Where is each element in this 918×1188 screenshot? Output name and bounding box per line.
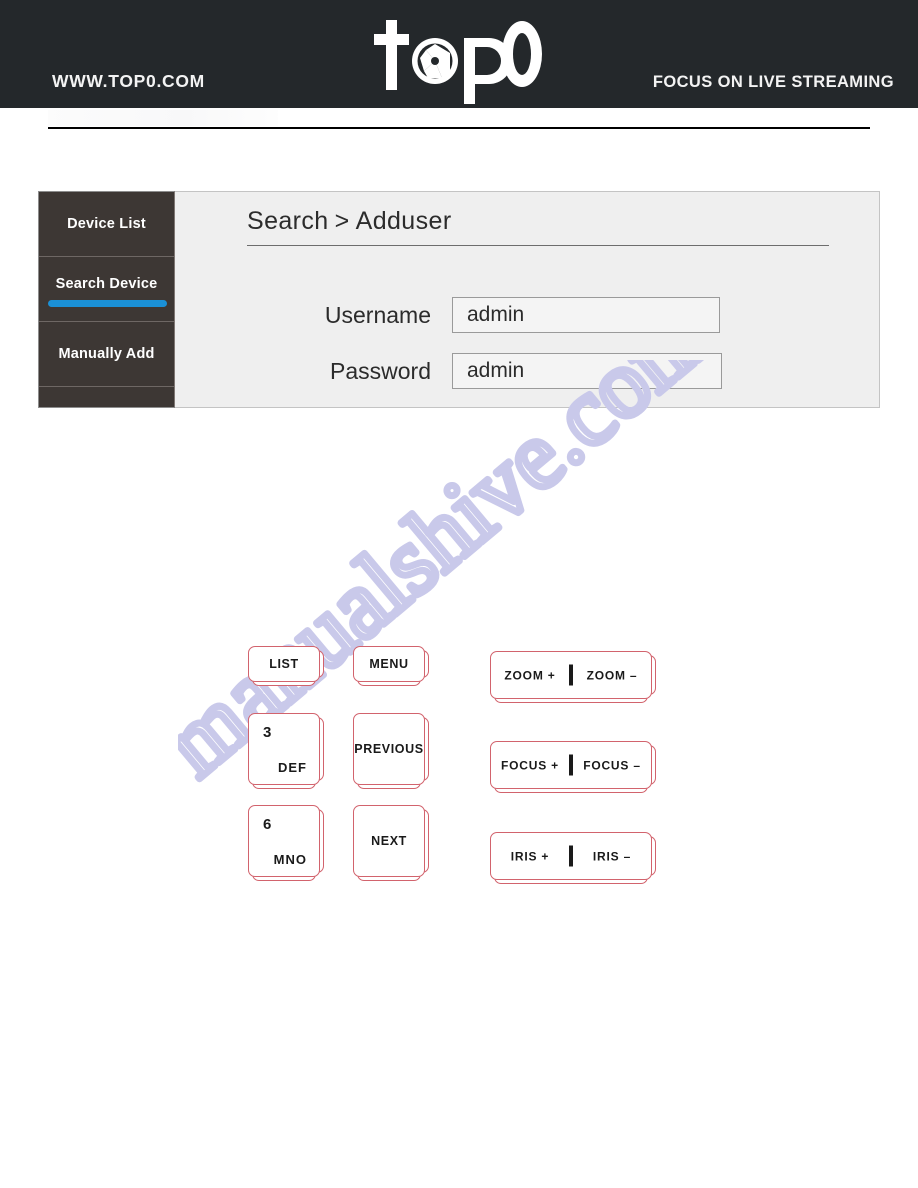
page-root: WWW.TOP0.COM FOCUS ON LIVE STREAMING Dev… (0, 0, 918, 1188)
key-iris-minus[interactable]: IRIS – (573, 849, 651, 863)
key-label: LIST (269, 657, 299, 671)
key-focus[interactable]: FOCUS + FOCUS – (490, 741, 656, 793)
keypad-diagram: LIST MENU 3 DEF PREVIOUS 6 MNO NEXT ZOOM… (240, 640, 680, 900)
sidebar: Device List Search Device Manually Add (38, 191, 175, 408)
sidebar-item-label: Manually Add (58, 345, 155, 362)
key-zoom-minus[interactable]: ZOOM – (573, 668, 651, 682)
sidebar-item-device-list[interactable]: Device List (39, 192, 174, 257)
key-digit: 6 (263, 816, 272, 833)
key-previous[interactable]: PREVIOUS (353, 713, 429, 789)
key-menu[interactable]: MENU (353, 646, 429, 686)
key-label: PREVIOUS (354, 742, 424, 756)
key-letters: DEF (278, 760, 307, 775)
camera-aperture-icon (412, 38, 458, 84)
sidebar-item-search-device[interactable]: Search Device (39, 257, 174, 322)
sidebar-item-manually-add[interactable]: Manually Add (39, 322, 174, 387)
breadcrumb-separator: > (334, 207, 350, 235)
key-dual-content: ZOOM + ZOOM – (491, 664, 651, 686)
password-input[interactable]: admin (452, 353, 722, 389)
key-digit: 3 (263, 724, 272, 741)
key-focus-minus[interactable]: FOCUS – (573, 758, 651, 772)
key-list[interactable]: LIST (248, 646, 324, 686)
breadcrumb: Search > Adduser (247, 207, 452, 236)
site-url-text: WWW.TOP0.COM (52, 71, 205, 91)
sidebar-item-label: Search Device (55, 275, 158, 292)
key-label: NEXT (371, 834, 407, 848)
key-focus-plus[interactable]: FOCUS + (491, 758, 569, 772)
key-6-mno[interactable]: 6 MNO (248, 805, 324, 881)
breadcrumb-root[interactable]: Search (247, 207, 329, 235)
tagline-text: FOCUS ON LIVE STREAMING (652, 73, 894, 91)
username-label: Username (324, 301, 431, 328)
password-field-row: Password admin (247, 353, 722, 389)
app-screenshot: Device List Search Device Manually Add S… (38, 191, 880, 408)
key-dual-content: FOCUS + FOCUS – (491, 754, 651, 776)
key-next[interactable]: NEXT (353, 805, 429, 881)
page-header: WWW.TOP0.COM FOCUS ON LIVE STREAMING (0, 0, 918, 108)
breadcrumb-underline (247, 245, 829, 246)
password-label: Password (330, 357, 431, 384)
breadcrumb-current: Adduser (355, 207, 452, 235)
sidebar-item-label: Device List (67, 215, 146, 232)
active-indicator-underline (48, 300, 167, 307)
topo-logo (372, 16, 552, 106)
key-label: MENU (369, 657, 409, 671)
username-field-row: Username admin (247, 297, 720, 333)
key-zoom-plus[interactable]: ZOOM + (491, 668, 569, 682)
sidebar-item-empty[interactable] (39, 387, 174, 407)
key-zoom[interactable]: ZOOM + ZOOM – (490, 651, 656, 703)
header-divider-rule (48, 127, 870, 129)
topo-logo-svg (374, 20, 542, 104)
username-input[interactable]: admin (452, 297, 720, 333)
key-iris-plus[interactable]: IRIS + (491, 849, 569, 863)
key-letters: MNO (273, 852, 307, 867)
header-ghost-strip (48, 110, 278, 126)
key-dual-content: IRIS + IRIS – (491, 845, 651, 867)
key-iris[interactable]: IRIS + IRIS – (490, 832, 656, 884)
key-3-def[interactable]: 3 DEF (248, 713, 324, 789)
content-panel: Search > Adduser Username admin Password a… (175, 191, 880, 408)
